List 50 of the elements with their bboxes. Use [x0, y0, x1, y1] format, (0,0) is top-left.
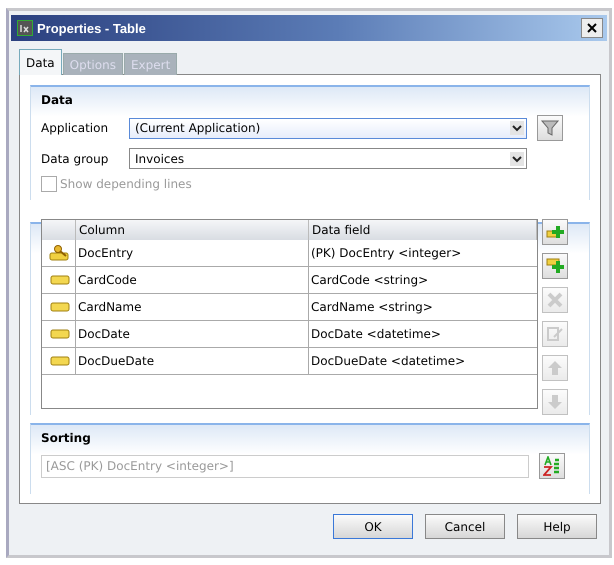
down-arrow-icon: [546, 393, 564, 411]
table-row[interactable]: CardCode CardCode <string>: [42, 267, 537, 294]
dialog-button[interactable]: OK: [333, 514, 413, 539]
close-button[interactable]: [581, 18, 603, 38]
window-title: Properties - Table: [37, 20, 146, 36]
cross-icon: [546, 291, 564, 309]
table-cell-text: CardName <string>: [310, 299, 434, 316]
plus-icon: [546, 223, 564, 241]
add-button[interactable]: [542, 253, 568, 279]
field-label: Application: [41, 121, 110, 135]
data-group-dropdown[interactable]: Invoices: [129, 148, 527, 169]
section-title: Data: [41, 93, 74, 107]
application-dropdown[interactable]: (Current Application): [129, 118, 527, 138]
table-cell: DocEntry: [76, 240, 309, 266]
field-icon: [50, 275, 70, 285]
key-icon: [48, 244, 70, 262]
header-cell: Data field: [309, 220, 537, 240]
table-cell: CardName: [76, 294, 309, 320]
sort-icon: [543, 456, 561, 476]
table-cell-text: (PK) DocEntry <integer>: [310, 245, 462, 262]
section-title: Sorting: [41, 431, 92, 445]
dialog-button[interactable]: Help: [517, 514, 597, 539]
table-cell: CardCode: [76, 267, 309, 293]
field-label: Data group: [41, 152, 110, 166]
caret-icon: [510, 121, 524, 135]
add-key-button[interactable]: [542, 219, 568, 245]
app-icon: [17, 20, 33, 36]
table-row[interactable]: DocDate DocDate <datetime>: [42, 321, 537, 348]
field-icon: [50, 302, 70, 312]
filter-button[interactable]: [537, 115, 563, 141]
up-arrow-icon: [546, 359, 564, 377]
sort-button[interactable]: [539, 453, 565, 479]
table-cell-text: DocDate <datetime>: [310, 326, 442, 343]
tab[interactable]: Data: [19, 49, 62, 75]
table-row[interactable]: DocDueDate DocDueDate <datetime>: [42, 348, 537, 375]
plus-icon: [546, 257, 564, 275]
field-icon: [50, 356, 70, 366]
table-cell: DocDueDate: [76, 348, 309, 374]
table-cell: DocDate: [76, 321, 309, 347]
table-cell-text: DocDueDate <datetime>: [310, 353, 466, 370]
table-row[interactable]: CardName CardName <string>: [42, 294, 537, 321]
field-icon: [50, 329, 70, 339]
header-cell: Column: [76, 220, 309, 240]
table-cell-text: CardCode <string>: [310, 272, 430, 289]
close-icon: [587, 23, 597, 33]
table-row[interactable]: DocEntry (PK) DocEntry <integer>: [42, 240, 537, 267]
caret-icon: [510, 152, 524, 166]
funnel-icon: [541, 119, 559, 137]
dialog-button[interactable]: Cancel: [425, 514, 505, 539]
edit-icon: [546, 325, 564, 343]
